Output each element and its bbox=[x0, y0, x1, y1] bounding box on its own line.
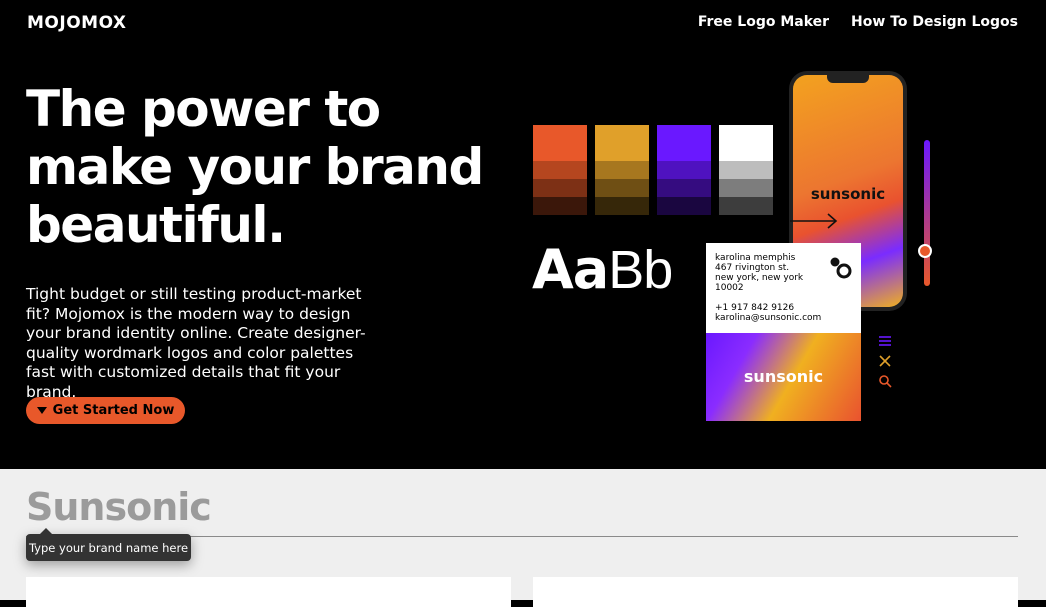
nav-free-logo-maker[interactable]: Free Logo Maker bbox=[698, 14, 829, 30]
card-address-line: 467 rivington st. bbox=[715, 263, 790, 273]
get-started-button[interactable]: Get Started Now bbox=[26, 397, 185, 424]
business-card: karolina memphis 467 rivington st. new y… bbox=[706, 243, 861, 421]
palette-swatch-column[interactable] bbox=[595, 125, 649, 215]
card-name: karolina memphis bbox=[715, 253, 796, 263]
mojomox-logo[interactable]: MOJOMOX bbox=[27, 13, 127, 33]
card-zip: 10002 bbox=[715, 283, 744, 293]
card-brand-wordmark: sunsonic bbox=[743, 367, 824, 386]
phone-brand-wordmark: sunsonic bbox=[810, 185, 886, 203]
palette-swatch-column[interactable] bbox=[657, 125, 711, 215]
typeface-sample: AaBb bbox=[532, 238, 673, 301]
brand-name-input[interactable]: Sunsonic bbox=[26, 485, 212, 529]
headline-line: make your brand bbox=[26, 138, 484, 196]
hero-section: MOJOMOX Free Logo Maker How To Design Lo… bbox=[0, 0, 1046, 469]
palette-swatch[interactable] bbox=[657, 161, 711, 179]
color-palette bbox=[533, 125, 773, 215]
preview-panel-right bbox=[533, 577, 1018, 607]
top-nav: Free Logo Maker How To Design Logos bbox=[698, 14, 1018, 30]
type-sample-bold: Aa bbox=[532, 238, 609, 301]
card-address-line: new york, new york bbox=[715, 273, 804, 283]
card-info: karolina memphis 467 rivington st. new y… bbox=[715, 253, 821, 323]
card-phone: +1 917 842 9126 bbox=[715, 303, 795, 313]
palette-swatch[interactable] bbox=[533, 125, 587, 161]
color-slider-track[interactable] bbox=[924, 140, 930, 286]
phone-notch bbox=[827, 75, 869, 83]
nav-how-to-design-logos[interactable]: How To Design Logos bbox=[851, 14, 1018, 30]
palette-swatch[interactable] bbox=[657, 125, 711, 161]
hamburger-icon bbox=[879, 336, 891, 346]
card-brand-panel: sunsonic bbox=[706, 333, 861, 421]
palette-swatch[interactable] bbox=[657, 179, 711, 197]
preview-panel-left bbox=[26, 577, 511, 607]
brand-mark-icon bbox=[830, 257, 852, 279]
palette-swatch[interactable] bbox=[719, 197, 773, 215]
palette-swatch[interactable] bbox=[657, 197, 711, 215]
hero-description: Tight budget or still testing product-ma… bbox=[26, 285, 366, 401]
close-icon bbox=[879, 355, 891, 367]
palette-swatch[interactable] bbox=[533, 197, 587, 215]
palette-swatch[interactable] bbox=[595, 179, 649, 197]
brand-editor-section: Sunsonic Type your brand name here bbox=[0, 469, 1046, 607]
palette-swatch[interactable] bbox=[533, 179, 587, 197]
brand-name-tooltip: Type your brand name here bbox=[26, 528, 191, 561]
headline-line: The power to bbox=[26, 80, 381, 138]
hero-headline: The power to make your brand beautiful. bbox=[26, 80, 496, 254]
palette-swatch[interactable] bbox=[533, 161, 587, 179]
arrow-right-icon bbox=[790, 213, 838, 229]
color-slider-knob[interactable] bbox=[918, 243, 932, 258]
type-sample-light: Bb bbox=[608, 240, 673, 300]
palette-swatch-column[interactable] bbox=[533, 125, 587, 215]
card-email: karolina@sunsonic.com bbox=[715, 313, 822, 323]
palette-swatch-column[interactable] bbox=[719, 125, 773, 215]
headline-line: beautiful. bbox=[26, 196, 286, 254]
ui-icon-set bbox=[878, 334, 892, 388]
triangle-down-icon bbox=[36, 407, 47, 414]
search-icon bbox=[879, 375, 892, 388]
get-started-label: Get Started Now bbox=[52, 403, 175, 418]
palette-swatch[interactable] bbox=[719, 179, 773, 197]
palette-swatch[interactable] bbox=[595, 197, 649, 215]
palette-swatch[interactable] bbox=[719, 125, 773, 161]
palette-swatch[interactable] bbox=[595, 125, 649, 161]
palette-swatch[interactable] bbox=[595, 161, 649, 179]
palette-swatch[interactable] bbox=[719, 161, 773, 179]
